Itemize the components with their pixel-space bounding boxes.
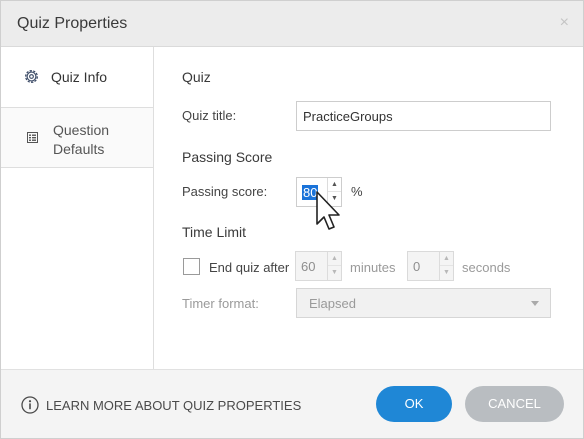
info-icon	[21, 396, 39, 414]
timer-format-select[interactable]: Elapsed	[296, 288, 551, 318]
sidebar: Quiz Info Question Defaults	[1, 47, 154, 369]
seconds-stepper[interactable]: 0 ▲ ▼	[407, 251, 454, 281]
sidebar-item-label-line1: Question	[53, 122, 110, 138]
seconds-unit: seconds	[462, 260, 511, 275]
timer-format-value: Elapsed	[309, 296, 356, 311]
sidebar-item-quiz-info[interactable]: Quiz Info	[1, 47, 153, 107]
learn-more-link[interactable]: LEARN MORE ABOUT QUIZ PROPERTIES	[46, 398, 301, 413]
dialog-title: Quiz Properties	[17, 15, 128, 32]
section-title-time-limit: Time Limit	[182, 224, 247, 240]
quiz-properties-dialog: Quiz Properties × Quiz Info Question Def…	[0, 0, 584, 439]
quiz-title-label: Quiz title:	[182, 108, 237, 123]
quiz-title-input[interactable]: PracticeGroups	[296, 101, 551, 131]
end-quiz-checkbox[interactable]	[183, 258, 200, 275]
sidebar-item-label-line2: Defaults	[53, 141, 105, 157]
percent-unit: %	[351, 184, 363, 199]
timer-format-label: Timer format:	[182, 296, 259, 311]
decrement-arrow-icon[interactable]: ▼	[440, 266, 453, 280]
increment-arrow-icon[interactable]: ▲	[328, 178, 341, 192]
section-title-passing-score: Passing Score	[182, 149, 273, 165]
ok-button[interactable]: OK	[376, 386, 452, 422]
end-quiz-label: End quiz after	[209, 260, 290, 275]
passing-score-label: Passing score:	[182, 184, 268, 199]
seconds-value[interactable]: 0	[408, 252, 425, 280]
increment-arrow-icon[interactable]: ▲	[440, 252, 453, 266]
dialog-footer: LEARN MORE ABOUT QUIZ PROPERTIES OK CANC…	[1, 369, 583, 438]
mouse-pointer-icon	[316, 191, 340, 230]
minutes-unit: minutes	[350, 260, 396, 275]
list-icon	[27, 132, 38, 143]
decrement-arrow-icon[interactable]: ▼	[328, 266, 341, 280]
quiz-info-panel: Quiz Quiz title: PracticeGroups Passing …	[154, 47, 583, 369]
seconds-spin-buttons: ▲ ▼	[439, 252, 453, 280]
sidebar-item-label: Quiz Info	[51, 69, 108, 85]
dialog-titlebar: Quiz Properties ×	[1, 1, 583, 47]
gear-icon	[25, 70, 38, 83]
sidebar-item-question-defaults[interactable]: Question Defaults	[1, 107, 153, 168]
minutes-stepper[interactable]: 60 ▲ ▼	[295, 251, 342, 281]
close-icon[interactable]: ×	[560, 14, 569, 32]
increment-arrow-icon[interactable]: ▲	[328, 252, 341, 266]
minutes-spin-buttons: ▲ ▼	[327, 252, 341, 280]
chevron-down-icon	[531, 301, 539, 306]
sidebar-item-label: Question Defaults	[53, 121, 109, 159]
minutes-value[interactable]: 60	[296, 252, 320, 280]
section-title-quiz: Quiz	[182, 69, 211, 85]
cancel-button[interactable]: CANCEL	[465, 386, 564, 422]
